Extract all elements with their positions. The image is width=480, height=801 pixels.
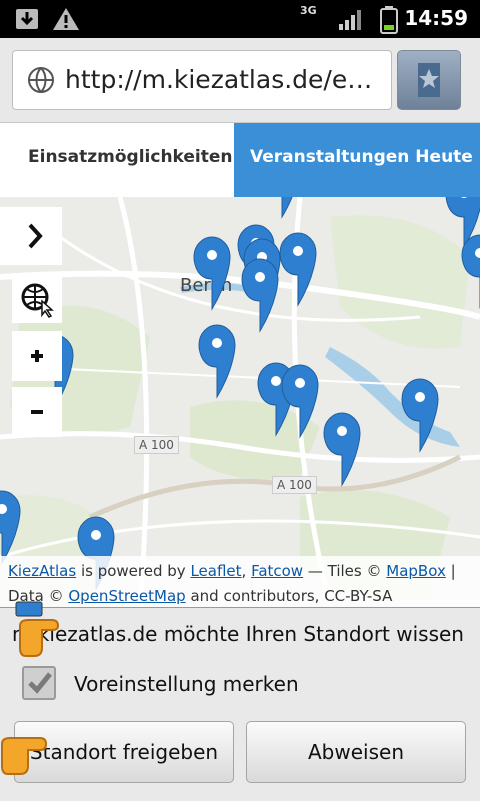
map-marker[interactable] (0, 490, 21, 564)
map-attribution: KiezAtlas is powered by Leaflet, Fatcow … (0, 556, 480, 608)
tab-label: Einsatzmöglichkeiten (28, 147, 233, 167)
zoom-in-button[interactable] (12, 331, 62, 381)
geolocation-prompt: m.kiezatlas.de möchte Ihren Standort wis… (0, 607, 480, 801)
map[interactable]: Berlin A 100 A 100 (0, 197, 480, 607)
deny-button[interactable]: Abweisen (246, 721, 466, 783)
globe-cursor-icon (21, 283, 54, 318)
openstreetmap-link[interactable]: OpenStreetMap (68, 587, 185, 605)
signal-icon (339, 10, 361, 30)
checkmark-icon (28, 672, 52, 694)
download-icon (16, 9, 38, 29)
tab-veranstaltungen-heute[interactable]: Veranstaltungen Heute (234, 123, 480, 197)
map-marker[interactable] (241, 258, 279, 332)
fatcow-link[interactable]: Fatcow (251, 562, 303, 580)
map-marker[interactable] (263, 197, 301, 218)
url-field[interactable]: http://m.kiezatlas.de/ehr... (12, 50, 392, 110)
status-bar: 3G 14:59 (0, 0, 480, 38)
map-marker[interactable] (198, 324, 236, 398)
tab-einsatzmoeglichkeiten[interactable]: Einsatzmöglichkeiten (0, 123, 234, 197)
browser-toolbar: http://m.kiezatlas.de/ehr... (0, 38, 480, 123)
map-marker[interactable] (281, 364, 319, 438)
zoom-out-button[interactable] (12, 387, 62, 437)
locate-button[interactable] (12, 273, 62, 323)
warning-icon (53, 8, 79, 30)
star-bookmark-icon (418, 63, 440, 97)
attribution-text: is powered by (80, 562, 186, 580)
map-marker[interactable] (193, 236, 231, 310)
url-text: http://m.kiezatlas.de/ehr... (65, 65, 387, 94)
pointing-hand-icon (0, 737, 48, 775)
battery-icon (380, 6, 398, 34)
map-marker[interactable] (323, 412, 361, 486)
mapbox-link[interactable]: MapBox (386, 562, 446, 580)
sidebar-toggle-button[interactable] (0, 207, 62, 265)
map-marker[interactable] (461, 234, 480, 308)
map-marker[interactable] (401, 378, 439, 452)
leaflet-link[interactable]: Leaflet (190, 562, 241, 580)
zoom-in-icon (31, 350, 43, 362)
remember-label: Voreinstellung merken (74, 672, 299, 696)
map-marker[interactable] (279, 232, 317, 306)
clock: 14:59 (404, 6, 468, 30)
pointing-hand-icon (15, 601, 60, 657)
chevron-right-icon (28, 223, 43, 249)
attribution-text: — Tiles © (307, 562, 382, 580)
prompt-message: m.kiezatlas.de möchte Ihren Standort wis… (12, 622, 464, 646)
kiezatlas-link[interactable]: KiezAtlas (8, 562, 76, 580)
zoom-out-icon (31, 410, 43, 414)
tab-label: Veranstaltungen Heute (250, 147, 473, 167)
attribution-separator: | (450, 562, 456, 580)
marker-layer (0, 197, 480, 590)
network-type: 3G (300, 4, 317, 17)
bookmark-button[interactable] (397, 50, 461, 110)
attribution-text: and contributors, CC-BY-SA (190, 587, 393, 605)
remember-checkbox[interactable] (22, 666, 56, 700)
site-globe-icon (28, 67, 54, 93)
